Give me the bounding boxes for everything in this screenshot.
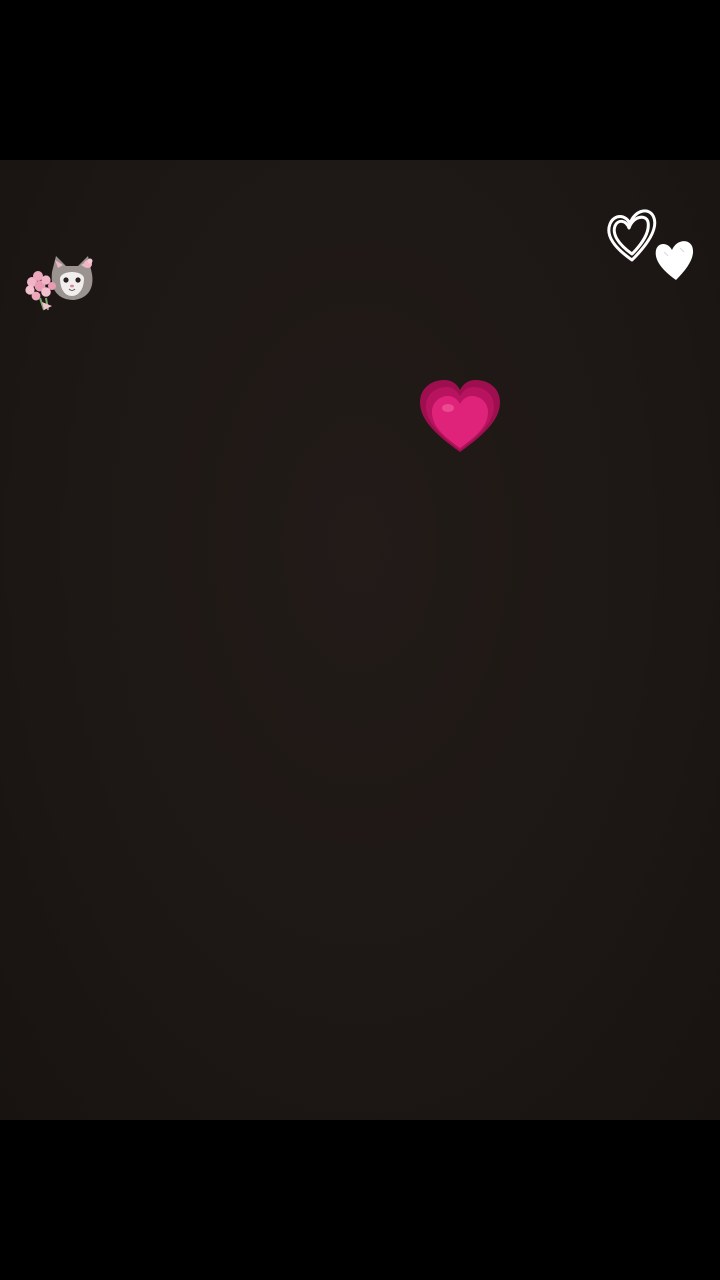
doodle-hearts-icon bbox=[607, 209, 694, 280]
growing-heart-sticker[interactable] bbox=[418, 378, 502, 456]
white-doodle-hearts-sticker[interactable] bbox=[602, 200, 702, 286]
cat-with-flowers-icon bbox=[25, 256, 93, 311]
letterbox-top bbox=[0, 0, 720, 160]
letterbox-bottom bbox=[0, 1120, 720, 1280]
growing-heart-icon bbox=[420, 380, 500, 452]
cat-with-flowers-sticker[interactable] bbox=[22, 252, 96, 314]
story-canvas bbox=[0, 160, 720, 1120]
